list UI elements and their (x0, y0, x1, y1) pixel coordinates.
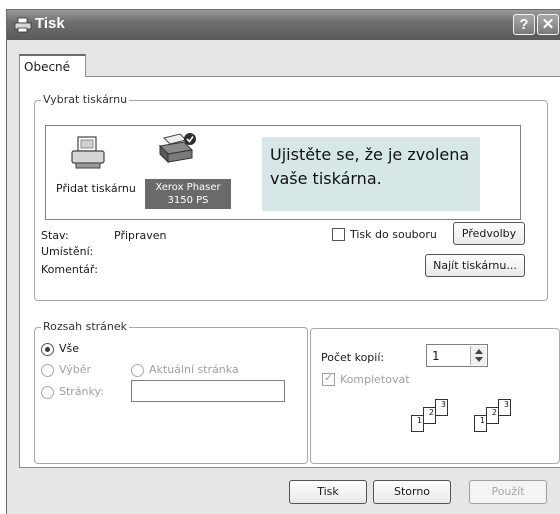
radio-pages[interactable] (41, 386, 54, 399)
print-to-file-label[interactable]: Tisk do souboru (350, 228, 437, 241)
add-printer-icon[interactable] (70, 136, 106, 170)
radio-selection-label[interactable]: Výběr (59, 363, 91, 376)
status-value: Připraven (114, 229, 167, 242)
collate-page-3: 3 (435, 399, 448, 416)
radio-all-label[interactable]: Vše (59, 342, 79, 355)
selected-printer-item[interactable]: Xerox Phaser 3150 PS (145, 179, 231, 209)
location-label: Umístění: (41, 245, 94, 258)
printer-list: Přidat tiskárnu Xerox Phaser 3150 PS Uji… (45, 125, 521, 220)
default-printer-icon[interactable] (156, 132, 198, 170)
comment-label: Komentář: (41, 263, 98, 276)
page-range-legend: Rozsah stránek (41, 320, 130, 333)
collate-label[interactable]: Kompletovat (340, 373, 410, 386)
find-printer-button[interactable]: Najít tiskárnu... (425, 254, 525, 277)
close-icon[interactable]: ✕ (537, 14, 559, 35)
callout-note: Ujistěte se, že je zvolena vaše tiskárna… (262, 137, 480, 211)
apply-button[interactable]: Použít (469, 480, 547, 504)
radio-current-page[interactable] (131, 364, 144, 377)
help-icon[interactable]: ? (513, 14, 535, 35)
pages-input[interactable] (131, 380, 285, 402)
radio-selection[interactable] (41, 364, 54, 377)
collate-page-2: 2 (486, 407, 499, 424)
copies-count-label: Počet kopií: (321, 351, 385, 364)
copies-group: Počet kopií: 1 Kompletovat 3 2 1 3 2 (310, 328, 560, 464)
preferences-button[interactable]: Předvolby (453, 222, 525, 245)
collate-checkbox[interactable] (322, 371, 335, 386)
select-printer-legend: Vybrat tiskárnu (41, 93, 130, 106)
collate-pages-icon-second: 3 2 1 (474, 399, 520, 439)
print-button[interactable]: Tisk (289, 480, 367, 504)
radio-all[interactable] (41, 343, 54, 356)
collate-page-2: 2 (423, 407, 436, 424)
radio-pages-label[interactable]: Stránky: (59, 385, 104, 398)
collate-page-1: 1 (474, 415, 487, 432)
page-range-group: Rozsah stránek Vše Výběr Aktuální stránk… (34, 320, 308, 464)
printer-dialog-icon (14, 17, 32, 33)
title-bar: Tisk ? ✕ (7, 10, 560, 40)
spinner-arrows-icon[interactable] (470, 346, 486, 365)
cancel-button[interactable]: Storno (373, 480, 451, 504)
add-printer-label[interactable]: Přidat tiskárnu (56, 182, 136, 195)
copies-stepper[interactable]: 1 (426, 344, 488, 367)
radio-current-page-label[interactable]: Aktuální stránka (149, 363, 239, 376)
general-tab-panel: Vybrat tiskárnu Přidat tiskárnu Xerox Ph… (19, 76, 560, 468)
copies-value: 1 (432, 349, 440, 363)
print-dialog: Tisk ? ✕ Obecné Vybrat tiskárnu Přidat t… (6, 9, 560, 514)
status-label: Stav: (41, 229, 69, 242)
print-to-file-checkbox[interactable] (332, 228, 345, 241)
collate-page-1: 1 (411, 415, 424, 432)
select-printer-group: Vybrat tiskárnu Přidat tiskárnu Xerox Ph… (34, 93, 548, 301)
window-title: Tisk (35, 15, 65, 32)
tab-general[interactable]: Obecné (19, 54, 86, 77)
collate-page-3: 3 (498, 399, 511, 416)
collate-pages-icon: 3 2 1 (411, 399, 457, 439)
